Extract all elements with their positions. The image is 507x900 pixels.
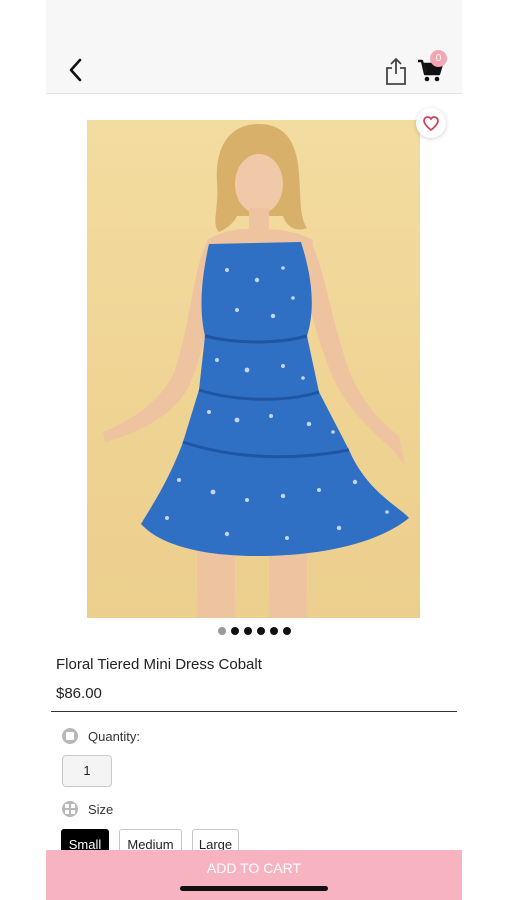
image-carousel-dots <box>46 627 462 637</box>
dress-model-illustration <box>103 124 409 618</box>
product-image[interactable] <box>87 120 420 618</box>
quantity-icon <box>62 728 78 744</box>
carousel-dot[interactable] <box>230 627 239 635</box>
quantity-label: Quantity: <box>88 729 141 744</box>
top-bar: 0 <box>46 0 462 94</box>
carousel-dot[interactable] <box>269 627 278 635</box>
home-indicator <box>180 886 328 891</box>
share-icon <box>386 58 406 85</box>
heart-icon <box>423 115 439 131</box>
carousel-dot[interactable] <box>282 627 291 635</box>
cart-count-badge: 0 <box>430 50 447 67</box>
size-icon <box>62 801 78 817</box>
add-to-cart-button[interactable]: ADD TO CART <box>46 850 462 900</box>
share-button[interactable] <box>384 56 408 86</box>
carousel-dot[interactable] <box>243 627 252 635</box>
chevron-left-icon <box>69 58 82 82</box>
size-label: Size <box>88 802 114 817</box>
product-detail-screen: 0 Floral Tiered Mini Dress Cobalt $86.00… <box>46 0 462 900</box>
product-title: Floral Tiered Mini Dress Cobalt <box>56 656 262 673</box>
quantity-field[interactable]: 1 <box>62 755 112 787</box>
carousel-dot[interactable] <box>217 627 226 635</box>
product-price: $86.00 <box>56 685 102 702</box>
back-button[interactable] <box>62 56 88 84</box>
divider <box>51 711 457 712</box>
favorite-button[interactable] <box>416 108 446 138</box>
carousel-dot[interactable] <box>256 627 265 635</box>
